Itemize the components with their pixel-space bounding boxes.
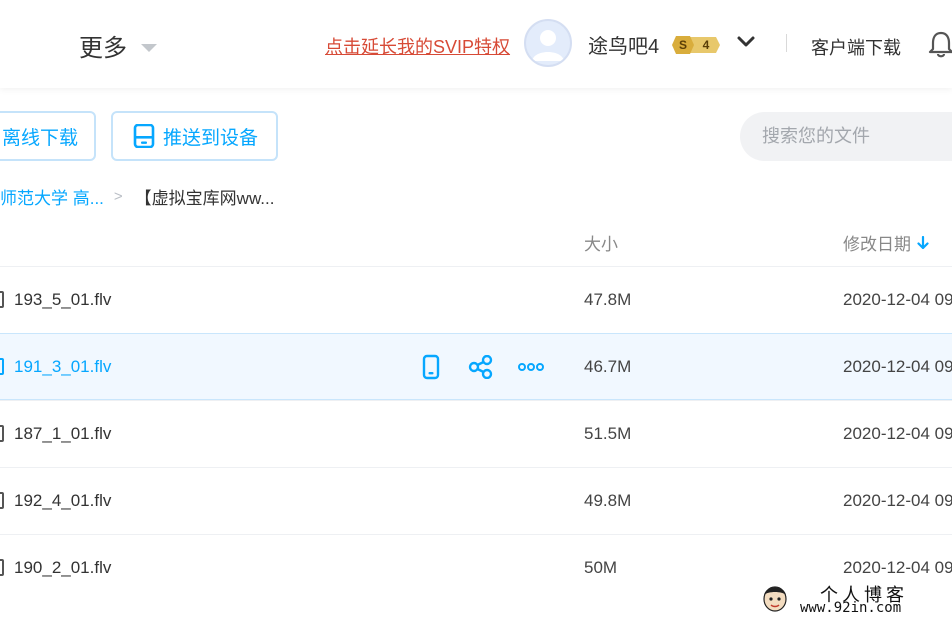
default-avatar-icon <box>532 30 564 61</box>
breadcrumb-current: 【虚拟宝库网ww... <box>134 189 275 208</box>
row-actions <box>418 354 544 380</box>
video-file-icon <box>0 492 4 509</box>
table-row[interactable]: 191_3_01.flv 46.7M 2020-12-04 09 <box>0 333 952 400</box>
push-to-device-row-button[interactable] <box>418 354 444 380</box>
watermark-url: www.92in.com <box>800 600 902 616</box>
badge-s-label: S <box>679 38 687 52</box>
file-modified-date: 2020-12-04 09 <box>843 424 952 443</box>
chevron-down-icon[interactable] <box>736 34 756 50</box>
breadcrumb-separator: > <box>113 188 123 205</box>
column-header-size[interactable]: 大小 <box>584 230 618 255</box>
file-name[interactable]: 190_2_01.flv <box>14 558 111 578</box>
header-divider <box>786 34 787 52</box>
video-file-icon <box>0 559 4 576</box>
caret-down-icon <box>141 43 157 52</box>
more-label: 更多 <box>79 35 127 62</box>
more-actions-button[interactable] <box>518 354 544 380</box>
device-icon <box>422 354 440 380</box>
share-button[interactable] <box>468 354 494 380</box>
sort-descending-icon <box>917 235 929 249</box>
file-size: 47.8M <box>584 290 632 309</box>
blog-watermark: 个人博客 www.92in.com <box>760 581 952 621</box>
cartoon-face-icon <box>763 586 787 612</box>
video-file-icon <box>0 358 4 375</box>
breadcrumb: 师范大学 高... > 【虚拟宝库网ww... <box>0 184 274 209</box>
svip-level-badge: S 4 <box>672 36 720 54</box>
file-modified-date: 2020-12-04 09 <box>843 357 952 376</box>
client-download-link[interactable]: 客户端下载 <box>811 34 901 60</box>
push-to-device-button[interactable]: 推送到设备 <box>111 111 278 161</box>
file-modified-date: 2020-12-04 09 <box>843 290 952 309</box>
file-list: 193_5_01.flv 47.8M 2020-12-04 09 191_3_0… <box>0 266 952 601</box>
file-name[interactable]: 187_1_01.flv <box>14 424 111 444</box>
offline-download-button[interactable]: 离线下载 <box>0 111 96 161</box>
bell-icon[interactable] <box>928 30 952 58</box>
breadcrumb-parent[interactable]: 师范大学 高... <box>0 184 104 209</box>
device-icon <box>133 124 155 148</box>
table-row[interactable]: 187_1_01.flv 51.5M 2020-12-04 09 <box>0 400 952 467</box>
file-modified-date: 2020-12-04 09 <box>843 491 952 510</box>
video-file-icon <box>0 291 4 308</box>
badge-level-label: 4 <box>703 38 710 52</box>
more-menu[interactable]: 更多 <box>79 28 157 63</box>
search-input[interactable] <box>740 112 952 161</box>
file-manager-page: 更多 点击延长我的SVIP特权 途鸟吧4 S 4 客户端下载 离线下载 推送到设… <box>0 0 952 621</box>
table-row[interactable]: 192_4_01.flv 49.8M 2020-12-04 09 <box>0 467 952 534</box>
username[interactable]: 途鸟吧4 <box>588 30 659 59</box>
top-header: 更多 点击延长我的SVIP特权 途鸟吧4 S 4 客户端下载 <box>0 0 952 88</box>
file-size: 50M <box>584 558 618 577</box>
file-size: 46.7M <box>584 357 632 376</box>
video-file-icon <box>0 425 4 442</box>
file-name[interactable]: 193_5_01.flv <box>14 290 111 310</box>
more-dots-icon <box>518 363 544 371</box>
push-to-device-label: 推送到设备 <box>163 127 259 149</box>
file-modified-date: 2020-12-04 09 <box>843 558 952 577</box>
file-name[interactable]: 191_3_01.flv <box>14 357 111 377</box>
file-name[interactable]: 192_4_01.flv <box>14 491 111 511</box>
column-header-modified-label: 修改日期 <box>843 235 911 254</box>
table-row[interactable]: 193_5_01.flv 47.8M 2020-12-04 09 <box>0 266 952 333</box>
offline-download-label: 离线下载 <box>2 127 79 149</box>
column-header-modified[interactable]: 修改日期 <box>843 230 929 255</box>
avatar[interactable] <box>524 19 572 67</box>
svip-renew-link[interactable]: 点击延长我的SVIP特权 <box>325 33 510 59</box>
file-size: 49.8M <box>584 491 632 510</box>
share-icon <box>468 355 493 379</box>
file-size: 51.5M <box>584 424 632 443</box>
